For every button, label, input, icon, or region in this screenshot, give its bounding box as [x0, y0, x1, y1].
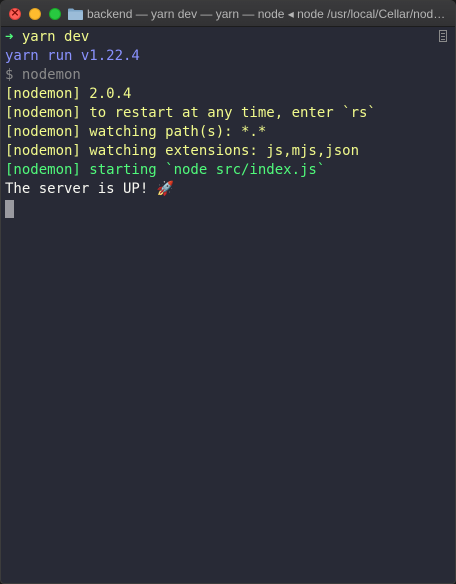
- terminal-line: $ nodemon: [5, 67, 81, 83]
- terminal-line: [nodemon] to restart at any time, enter …: [5, 105, 376, 121]
- terminal-line: [nodemon] watching path(s): *.*: [5, 124, 267, 140]
- terminal-line: The server is UP! 🚀: [5, 181, 175, 197]
- terminal-output[interactable]: ➜ yarn dev yarn run v1.22.4 $ nodemon [n…: [5, 28, 439, 583]
- close-window-button[interactable]: [9, 6, 21, 20]
- terminal-line: [nodemon] starting `node src/index.js`: [5, 162, 326, 178]
- command-text: yarn dev: [13, 29, 90, 45]
- scroll-marker-icon[interactable]: [439, 30, 447, 42]
- folder-icon: [68, 8, 83, 20]
- minimize-window-button[interactable]: [29, 8, 41, 20]
- terminal-line: [nodemon] watching extensions: js,mjs,js…: [5, 143, 360, 159]
- terminal-line: ➜ yarn dev: [5, 28, 439, 47]
- terminal-line: [nodemon] 2.0.4: [5, 86, 132, 102]
- window-title: backend — yarn dev — yarn — node ◂ node …: [87, 7, 449, 21]
- terminal-line: yarn run v1.22.4: [5, 48, 140, 64]
- terminal-line: [5, 199, 439, 218]
- terminal-window: backend — yarn dev — yarn — node ◂ node …: [0, 0, 456, 584]
- text-cursor: [5, 200, 14, 218]
- title-bar[interactable]: backend — yarn dev — yarn — node ◂ node …: [1, 1, 455, 27]
- maximize-window-button[interactable]: [49, 8, 61, 20]
